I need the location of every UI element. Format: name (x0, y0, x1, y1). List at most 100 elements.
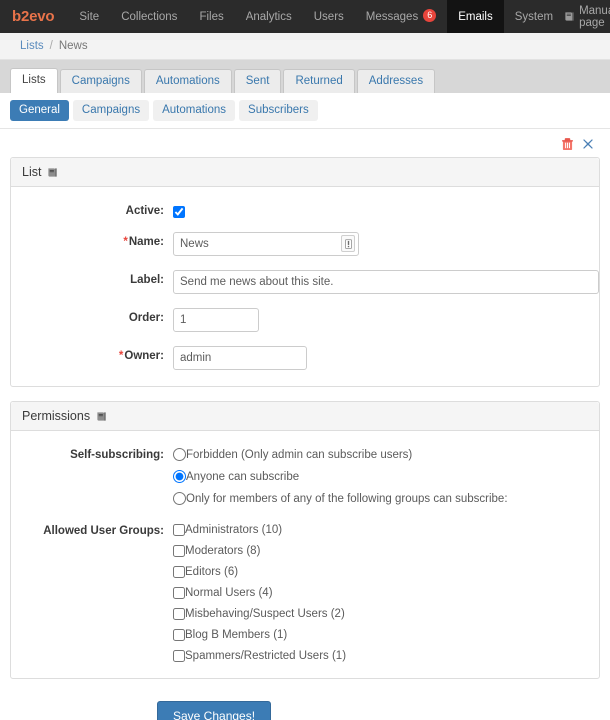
secondary-tab-bar: General Campaigns Automations Subscribers (0, 93, 610, 129)
field-row-owner: *Owner: (21, 346, 589, 370)
user-group-checkbox-2[interactable] (173, 566, 185, 578)
top-navigation-bar: b2evo Site Collections Files Analytics Users… (0, 0, 610, 33)
nav-item-label: Emails (458, 10, 493, 23)
order-input[interactable] (173, 308, 259, 332)
self-subscribing-radio-1[interactable] (173, 470, 186, 483)
owner-label-text: Owner: (124, 350, 164, 362)
active-label: Active: (125, 205, 164, 217)
user-group-label: Normal Users (4) (185, 587, 273, 599)
user-group-option-1[interactable]: Moderators (8) (173, 545, 589, 557)
field-row-active: Active: (21, 201, 589, 218)
nav-item-label: System (514, 10, 554, 23)
manual-page-label: Manual page (579, 4, 610, 29)
field-action-icon[interactable] (341, 235, 355, 252)
field-row-order: Order: (21, 308, 589, 332)
self-subscribing-label: Self-subscribing: (70, 449, 164, 461)
save-changes-button[interactable]: Save Changes! (157, 701, 272, 720)
order-label: Order: (128, 312, 164, 324)
close-x-icon[interactable] (582, 138, 594, 150)
nav-item-site[interactable]: Site (68, 0, 110, 33)
user-group-option-2[interactable]: Editors (6) (173, 566, 589, 578)
record-action-icons (10, 129, 600, 157)
user-group-option-6[interactable]: Spammers/Restricted Users (1) (173, 650, 589, 662)
tab-sent[interactable]: Sent (233, 69, 282, 93)
subtab-automations[interactable]: Automations (153, 100, 236, 121)
permissions-panel: Permissions Self-subscribing: Forbidden … (10, 401, 600, 679)
messages-badge: 6 (423, 9, 437, 22)
subtab-general[interactable]: General (10, 100, 69, 121)
user-group-label: Administrators (10) (185, 524, 283, 536)
tab-returned[interactable]: Returned (283, 69, 355, 93)
label-label: Label: (130, 274, 164, 286)
nav-item-label: Users (313, 10, 344, 23)
brand-logo[interactable]: b2evo (0, 0, 68, 33)
user-group-label: Editors (6) (185, 566, 239, 578)
self-subscribing-option-label: Forbidden (Only admin can subscribe user… (186, 448, 413, 461)
allowed-user-groups-checkbox-group: Administrators (10) Moderators (8) Editors… (173, 521, 589, 662)
permissions-panel-header: Permissions (11, 402, 599, 431)
tab-addresses[interactable]: Addresses (356, 69, 436, 93)
nav-item-collections[interactable]: Collections (110, 0, 188, 33)
trash-icon[interactable] (562, 137, 573, 151)
list-panel-body: Active: *Name: Label: (11, 187, 599, 386)
breadcrumb-separator: / (49, 40, 53, 52)
subtab-campaigns[interactable]: Campaigns (72, 100, 150, 121)
manual-book-icon[interactable] (96, 411, 107, 422)
self-subscribing-radio-group: Forbidden (Only admin can subscribe user… (173, 445, 589, 505)
manual-book-icon[interactable] (47, 167, 58, 178)
allowed-user-groups-label: Allowed User Groups: (43, 525, 164, 537)
user-group-label: Misbehaving/Suspect Users (2) (185, 608, 345, 620)
nav-item-label: Analytics (245, 10, 292, 23)
nav-item-users[interactable]: Users (303, 0, 355, 33)
label-input[interactable] (173, 270, 599, 294)
nav-item-messages[interactable]: Messages 6 (355, 0, 447, 33)
list-panel-title: List (22, 165, 42, 179)
user-group-checkbox-1[interactable] (173, 545, 185, 557)
user-group-option-5[interactable]: Blog B Members (1) (173, 629, 589, 641)
primary-tab-bar: Lists Campaigns Automations Sent Returned Add… (0, 60, 610, 93)
self-subscribing-radio-0[interactable] (173, 448, 186, 461)
nav-item-system[interactable]: System (504, 0, 564, 33)
self-subscribing-radio-2[interactable] (173, 492, 186, 505)
owner-input[interactable] (173, 346, 307, 370)
breadcrumb-link-lists[interactable]: Lists (20, 40, 44, 52)
user-group-checkbox-3[interactable] (173, 587, 185, 599)
self-subscribing-option-2[interactable]: Only for members of any of the following… (173, 492, 589, 505)
owner-label: *Owner: (21, 346, 173, 362)
tab-lists[interactable]: Lists (10, 68, 58, 93)
self-subscribing-option-label: Only for members of any of the following… (186, 492, 508, 505)
field-row-allowed-user-groups: Allowed User Groups: Administrators (10)… (21, 521, 589, 662)
user-group-label: Moderators (8) (185, 545, 261, 557)
active-checkbox[interactable] (173, 205, 185, 218)
nav-item-emails[interactable]: Emails (447, 0, 504, 33)
user-group-checkbox-0[interactable] (173, 524, 185, 536)
user-group-checkbox-6[interactable] (173, 650, 185, 662)
tab-automations[interactable]: Automations (143, 69, 232, 93)
nav-item-files[interactable]: Files (188, 0, 234, 33)
list-panel: List Active: *Name: News Label: Send me … (10, 157, 600, 387)
nav-item-label: Messages (365, 10, 419, 23)
name-input[interactable] (173, 232, 359, 256)
self-subscribing-option-0[interactable]: Forbidden (Only admin can subscribe user… (173, 448, 589, 461)
nav-item-label: Files (199, 10, 224, 23)
field-row-self-subscribing: Self-subscribing: Forbidden (Only admin … (21, 445, 589, 505)
user-group-checkbox-5[interactable] (173, 629, 185, 641)
permissions-panel-body: Self-subscribing: Forbidden (Only admin … (11, 431, 599, 678)
self-subscribing-option-1[interactable]: Anyone can subscribe (173, 470, 589, 483)
main-content: List Active: *Name: News Label: Send me … (0, 129, 610, 720)
user-group-label: Blog B Members (1) (185, 629, 288, 641)
nav-item-analytics[interactable]: Analytics (235, 0, 303, 33)
nav-item-label: Collections (121, 10, 178, 23)
user-group-checkbox-4[interactable] (173, 608, 185, 620)
name-label-text: Name: (128, 236, 164, 248)
manual-page-link[interactable]: Manual page (564, 0, 610, 33)
user-group-option-3[interactable]: Normal Users (4) (173, 587, 589, 599)
subtab-subscribers[interactable]: Subscribers (239, 100, 318, 121)
field-row-name: *Name: (21, 232, 589, 256)
field-row-label: Label: (21, 270, 599, 294)
user-group-option-4[interactable]: Misbehaving/Suspect Users (2) (173, 608, 589, 620)
tab-campaigns[interactable]: Campaigns (59, 69, 142, 93)
breadcrumb-current: News (58, 40, 88, 52)
nav-item-label: Site (79, 10, 100, 23)
user-group-option-0[interactable]: Administrators (10) (173, 524, 589, 536)
